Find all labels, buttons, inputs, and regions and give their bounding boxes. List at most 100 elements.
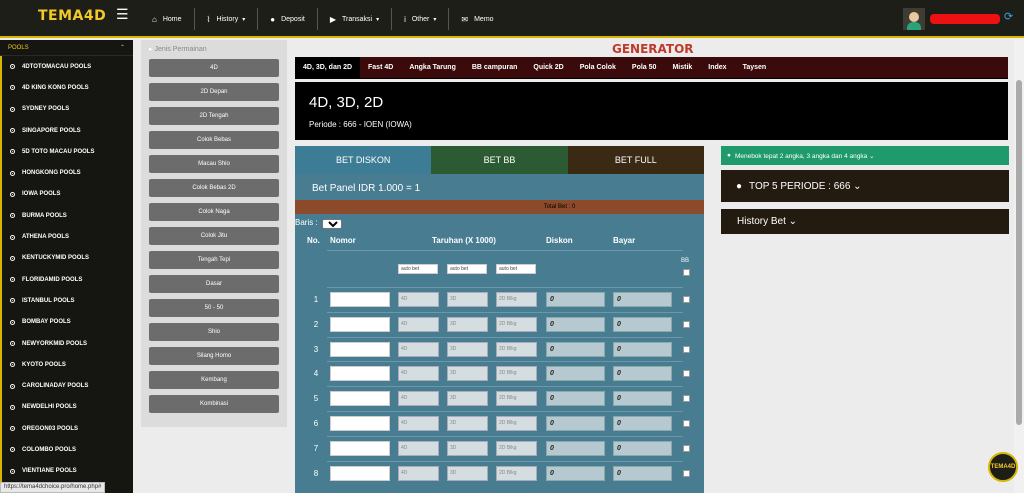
sidebar-item-pool[interactable]: 4D KING KONG POOLS — [0, 77, 133, 99]
game-button[interactable]: 4D — [149, 59, 279, 77]
sidebar-item-pool[interactable]: IOWA POOLS — [0, 183, 133, 206]
sidebar-item-pool[interactable]: 5D TOTO MACAU POOLS — [0, 141, 133, 163]
tab-game-type[interactable]: Pola 50 — [624, 57, 665, 79]
bet-2d-input[interactable]: 2D Blkg — [496, 440, 537, 456]
game-button[interactable]: 2D Tengah — [149, 107, 279, 125]
game-button[interactable]: Colok Bebas — [149, 131, 279, 149]
game-button[interactable]: Shio — [149, 323, 279, 341]
bet-4d-input[interactable]: 4D — [398, 440, 439, 456]
game-button[interactable]: Tengah Tepi — [149, 251, 279, 269]
tab-game-type[interactable]: Angka Tarung — [401, 57, 464, 79]
sidebar-item-pool[interactable]: BOMBAY POOLS — [0, 311, 133, 333]
nomor-input[interactable] — [330, 316, 390, 332]
game-button[interactable]: Colok Naga — [149, 203, 279, 221]
bet-2d-input[interactable]: 2D Blkg — [496, 292, 537, 307]
user-avatar[interactable] — [903, 8, 925, 30]
nomor-input[interactable] — [330, 465, 390, 481]
auto-bet-3d-input[interactable]: auto bet — [447, 264, 487, 274]
sidebar-item-pool[interactable]: COLOMBO POOLS — [0, 439, 133, 461]
bet-2d-input[interactable]: 2D Blkg — [496, 316, 537, 332]
bet-4d-input[interactable]: 4D — [398, 316, 439, 332]
nomor-input[interactable] — [330, 292, 390, 307]
baris-select[interactable]: 10 — [321, 219, 342, 229]
row-bb-checkbox[interactable] — [683, 444, 690, 452]
sidebar-item-pool[interactable]: BURMA POOLS — [0, 205, 133, 227]
game-button[interactable]: Kombinasi — [149, 395, 279, 413]
nav-history[interactable]: ⌇ History ▾ — [195, 8, 259, 30]
bet-3d-input[interactable]: 3D — [447, 391, 488, 407]
game-button[interactable]: Colok Jitu — [149, 227, 279, 245]
sidebar-item-pool[interactable]: SYDNEY POOLS — [0, 98, 133, 120]
tab-bet-bb[interactable]: BET BB — [431, 146, 568, 174]
game-button[interactable]: Kembang — [149, 371, 279, 389]
nomor-input[interactable] — [330, 416, 390, 431]
game-button[interactable]: Dasar — [149, 275, 279, 293]
auto-bet-4d-input[interactable]: auto bet — [398, 264, 438, 274]
bet-2d-input[interactable]: 2D Blkg — [496, 341, 537, 357]
bb-select-all-checkbox[interactable] — [683, 269, 690, 276]
bet-4d-input[interactable]: 4D — [398, 366, 439, 382]
bet-3d-input[interactable]: 3D — [447, 341, 488, 357]
floating-logo-badge[interactable]: TEMA4D — [988, 452, 1018, 482]
nomor-input[interactable] — [330, 341, 390, 357]
sidebar-item-pool[interactable]: VIENTIANE POOLS — [0, 460, 133, 482]
row-bb-checkbox[interactable] — [683, 370, 690, 378]
bet-3d-input[interactable]: 3D — [447, 292, 488, 307]
tab-bet-full[interactable]: BET FULL — [567, 146, 704, 174]
sidebar-item-pool[interactable]: ATHENA POOLS — [0, 226, 133, 248]
bet-2d-input[interactable]: 2D Blkg — [496, 391, 537, 407]
tab-game-type[interactable]: 4D, 3D, dan 2D — [295, 56, 361, 79]
sidebar-item-pool[interactable]: FLORIDAMID POOLS — [0, 268, 133, 291]
tab-game-type[interactable]: Taysen — [735, 57, 775, 79]
refresh-icon[interactable]: ⟳ — [1004, 10, 1013, 23]
bet-4d-input[interactable]: 4D — [398, 341, 439, 357]
bet-4d-input[interactable]: 4D — [398, 391, 439, 407]
tab-bet-diskon[interactable]: BET DISKON — [295, 146, 432, 174]
bet-2d-input[interactable]: 2D Blkg — [496, 416, 537, 431]
tab-game-type[interactable]: Pola Colok — [572, 57, 624, 79]
sidebar-item-pool[interactable]: CAROLINADAY POOLS — [0, 375, 133, 397]
history-bet-toggle[interactable]: History Bet ⌄ — [721, 209, 1009, 234]
nav-transaksi[interactable]: ▶ Transaksi ▾ — [318, 8, 393, 30]
sidebar-item-pool[interactable]: KENTUCKYMID POOLS — [0, 247, 133, 269]
sidebar-header[interactable]: POOLS ⌃ — [0, 40, 133, 56]
bet-2d-input[interactable]: 2D Blkg — [496, 366, 537, 382]
sidebar-item-pool[interactable]: ISTANBUL POOLS — [0, 290, 133, 312]
row-bb-checkbox[interactable] — [683, 469, 690, 477]
nav-deposit[interactable]: ● Deposit — [258, 8, 318, 30]
sidebar-item-pool[interactable]: KYOTO POOLS — [0, 354, 133, 376]
bet-3d-input[interactable]: 3D — [447, 316, 488, 332]
nav-other[interactable]: i Other ▾ — [392, 8, 450, 30]
sidebar-item-pool[interactable]: NEWDELHI POOLS — [0, 396, 133, 419]
bet-4d-input[interactable]: 4D — [398, 292, 439, 307]
bet-3d-input[interactable]: 3D — [447, 465, 488, 481]
tema4d-logo[interactable]: TEMA4D — [38, 8, 106, 24]
row-bb-checkbox[interactable] — [683, 320, 690, 328]
tab-game-type[interactable]: BB campuran — [464, 57, 526, 79]
nav-memo[interactable]: ✉ Memo — [449, 8, 505, 30]
nomor-input[interactable] — [330, 391, 390, 407]
bet-4d-input[interactable]: 4D — [398, 465, 439, 481]
sidebar-item-pool[interactable]: NEWYORKMID POOLS — [0, 332, 133, 355]
row-bb-checkbox[interactable] — [683, 420, 690, 427]
row-bb-checkbox[interactable] — [683, 345, 690, 353]
row-bb-checkbox[interactable] — [683, 296, 690, 303]
auto-bet-2d-input[interactable]: auto bet — [496, 264, 536, 274]
nomor-input[interactable] — [330, 366, 390, 382]
bet-3d-input[interactable]: 3D — [447, 416, 488, 431]
game-button[interactable]: Silang Homo — [149, 347, 279, 365]
row-bb-checkbox[interactable] — [683, 395, 690, 403]
tab-game-type[interactable]: Quick 2D — [525, 57, 571, 79]
bet-3d-input[interactable]: 3D — [447, 440, 488, 456]
info-banner[interactable]: ● Menebok tepat 2 angka, 3 angka dan 4 a… — [721, 146, 1009, 165]
sidebar-item-pool[interactable]: SINGAPORE POOLS — [0, 119, 133, 142]
bet-4d-input[interactable]: 4D — [398, 416, 439, 431]
top5-periode-toggle[interactable]: ● TOP 5 PERIODE : 666 ⌄ — [721, 170, 1009, 202]
nav-home[interactable]: ⌂ Home — [140, 8, 195, 30]
game-button[interactable]: 50 - 50 — [149, 299, 279, 317]
chevron-up-icon[interactable]: ⌃ — [120, 44, 125, 51]
sidebar-item-pool[interactable]: OREGON03 POOLS — [0, 418, 133, 440]
nomor-input[interactable] — [330, 440, 390, 456]
sidebar-item-pool[interactable]: 4DTOTOMACAU POOLS — [0, 56, 133, 78]
tab-game-type[interactable]: Fast 4D — [360, 57, 401, 79]
